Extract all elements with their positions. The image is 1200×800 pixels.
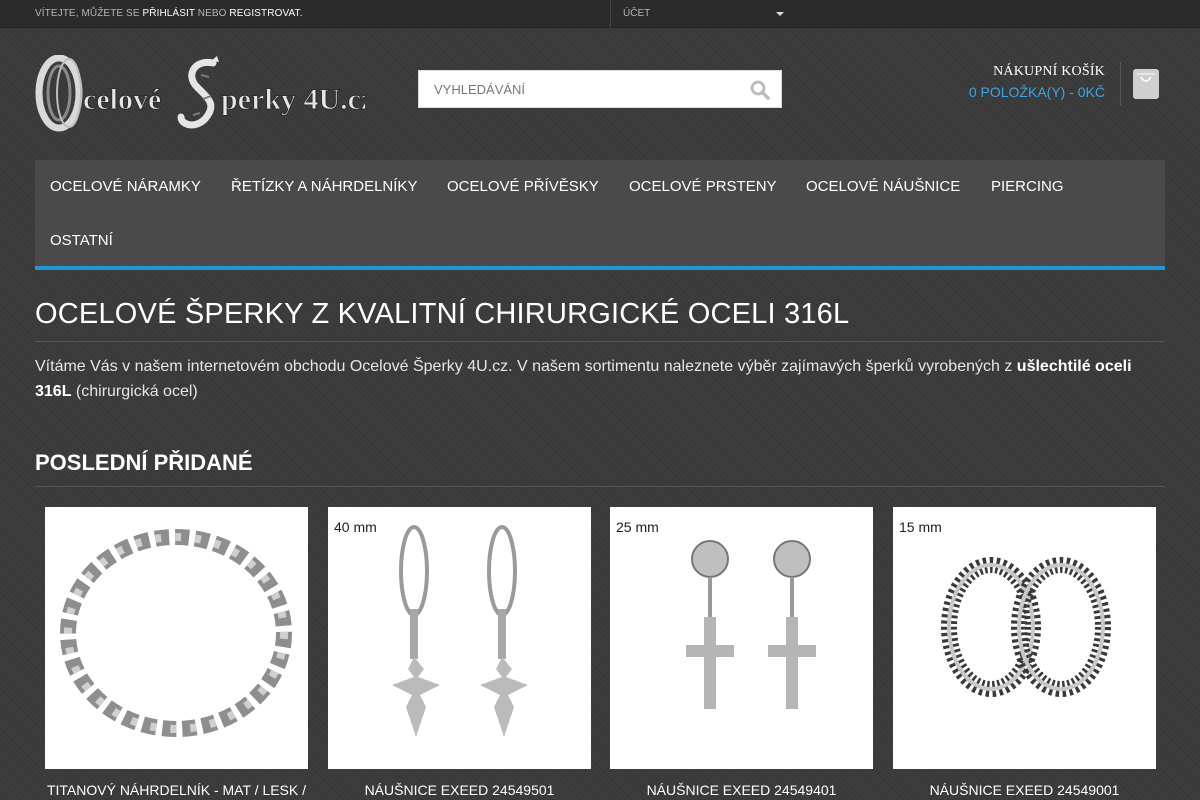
product-card[interactable]: 25 mm NÁUŠNICE EXEED 24549401 — [610, 507, 873, 798]
svg-text:perky 4U.cz: perky 4U.cz — [221, 83, 365, 116]
nav-item-ocelove-naramky[interactable]: Ocelové náramky — [50, 178, 201, 195]
cart-divider — [1120, 62, 1121, 106]
search-box — [418, 70, 782, 108]
caret-down-icon — [776, 12, 784, 16]
welcome-text: Vítejte, můžete se přihlásit nebo regist… — [35, 8, 302, 19]
product-image[interactable]: 15 mm — [893, 507, 1156, 769]
nav-item-ocelove-nausnice[interactable]: Ocelové náušnice — [806, 178, 960, 195]
intro-text: Vítáme Vás v našem internetovém obchodu … — [35, 358, 1013, 375]
product-name[interactable]: NÁUŠNICE EXEED 24549401 — [610, 782, 873, 798]
register-link[interactable]: registrovat. — [229, 8, 302, 19]
welcome-or: nebo — [197, 8, 227, 19]
necklace-image — [60, 529, 292, 737]
login-link[interactable]: přihlásit — [142, 8, 194, 19]
product-name[interactable]: NÁUŠNICE EXEED 24549001 — [893, 782, 1156, 798]
hoop-earrings-image — [941, 557, 1111, 697]
product-image[interactable] — [45, 507, 308, 769]
cart-title: NÁKUPNÍ KOŠÍK — [993, 64, 1105, 79]
main-navigation: Ocelové náramky Řetízky a náhrdelníky Oc… — [35, 160, 1165, 270]
search-icon[interactable] — [750, 80, 770, 100]
welcome-prefix: Vítejte, můžete se — [35, 8, 140, 19]
cart-info[interactable]: NÁKUPNÍ KOŠÍK 0 POLOŽKA(Y) - 0KČ — [969, 64, 1105, 100]
product-card[interactable]: 15 mm NÁUŠNICE EXEED 24549001 — [893, 507, 1156, 798]
shopping-bag-icon[interactable] — [1133, 69, 1159, 99]
intro-paragraph: Vítáme Vás v našem internetovém obchodu … — [35, 354, 1165, 404]
page-title: OCELOVÉ ŠPERKY Z KVALITNÍ CHIRURGICKÉ OC… — [35, 298, 1165, 342]
product-card[interactable]: TITANOVÝ NÁHRDELNÍK - MAT / LESK / — [45, 507, 308, 798]
stud-cross-earrings-image — [686, 540, 816, 709]
shopping-bag-glyph — [1137, 73, 1155, 82]
intro-tail: (chirurgická ocel) — [75, 383, 198, 400]
search-input[interactable] — [419, 71, 729, 107]
product-name[interactable]: TITANOVÝ NÁHRDELNÍK - MAT / LESK / — [45, 782, 308, 798]
size-tag: 40 mm — [334, 519, 377, 535]
product-image[interactable]: 40 mm — [328, 507, 591, 769]
svg-text:celové: celové — [83, 83, 161, 116]
nav-item-ostatni[interactable]: Ostatní — [50, 232, 113, 249]
cross-earrings-image — [392, 525, 528, 737]
top-bar: Vítejte, můžete se přihlásit nebo regist… — [0, 0, 1200, 28]
nav-item-ocelove-privesky[interactable]: Ocelové přívěsky — [447, 178, 599, 195]
nav-item-piercing[interactable]: Piercing — [991, 178, 1064, 195]
section-title-latest: POSLEDNÍ PŘIDANÉ — [35, 450, 1165, 487]
nav-item-ocelove-prsteny[interactable]: Ocelové prsteny — [629, 178, 777, 195]
product-card[interactable]: 40 mm NÁUŠNICE EXEED 24549501 — [328, 507, 591, 798]
cart-summary[interactable]: 0 POLOŽKA(Y) - 0KČ — [969, 84, 1105, 100]
size-tag: 25 mm — [616, 519, 659, 535]
logo-graphic: celové perky 4U.cz — [35, 54, 375, 132]
nav-item-retizky-nahrdelniky[interactable]: Řetízky a náhrdelníky — [231, 178, 417, 195]
product-image[interactable]: 25 mm — [610, 507, 873, 769]
account-dropdown[interactable]: Účet — [610, 0, 790, 28]
product-name[interactable]: NÁUŠNICE EXEED 24549501 — [328, 782, 591, 798]
size-tag: 15 mm — [899, 519, 942, 535]
account-label: Účet — [623, 8, 651, 19]
site-logo[interactable]: celové perky 4U.cz — [35, 54, 375, 133]
